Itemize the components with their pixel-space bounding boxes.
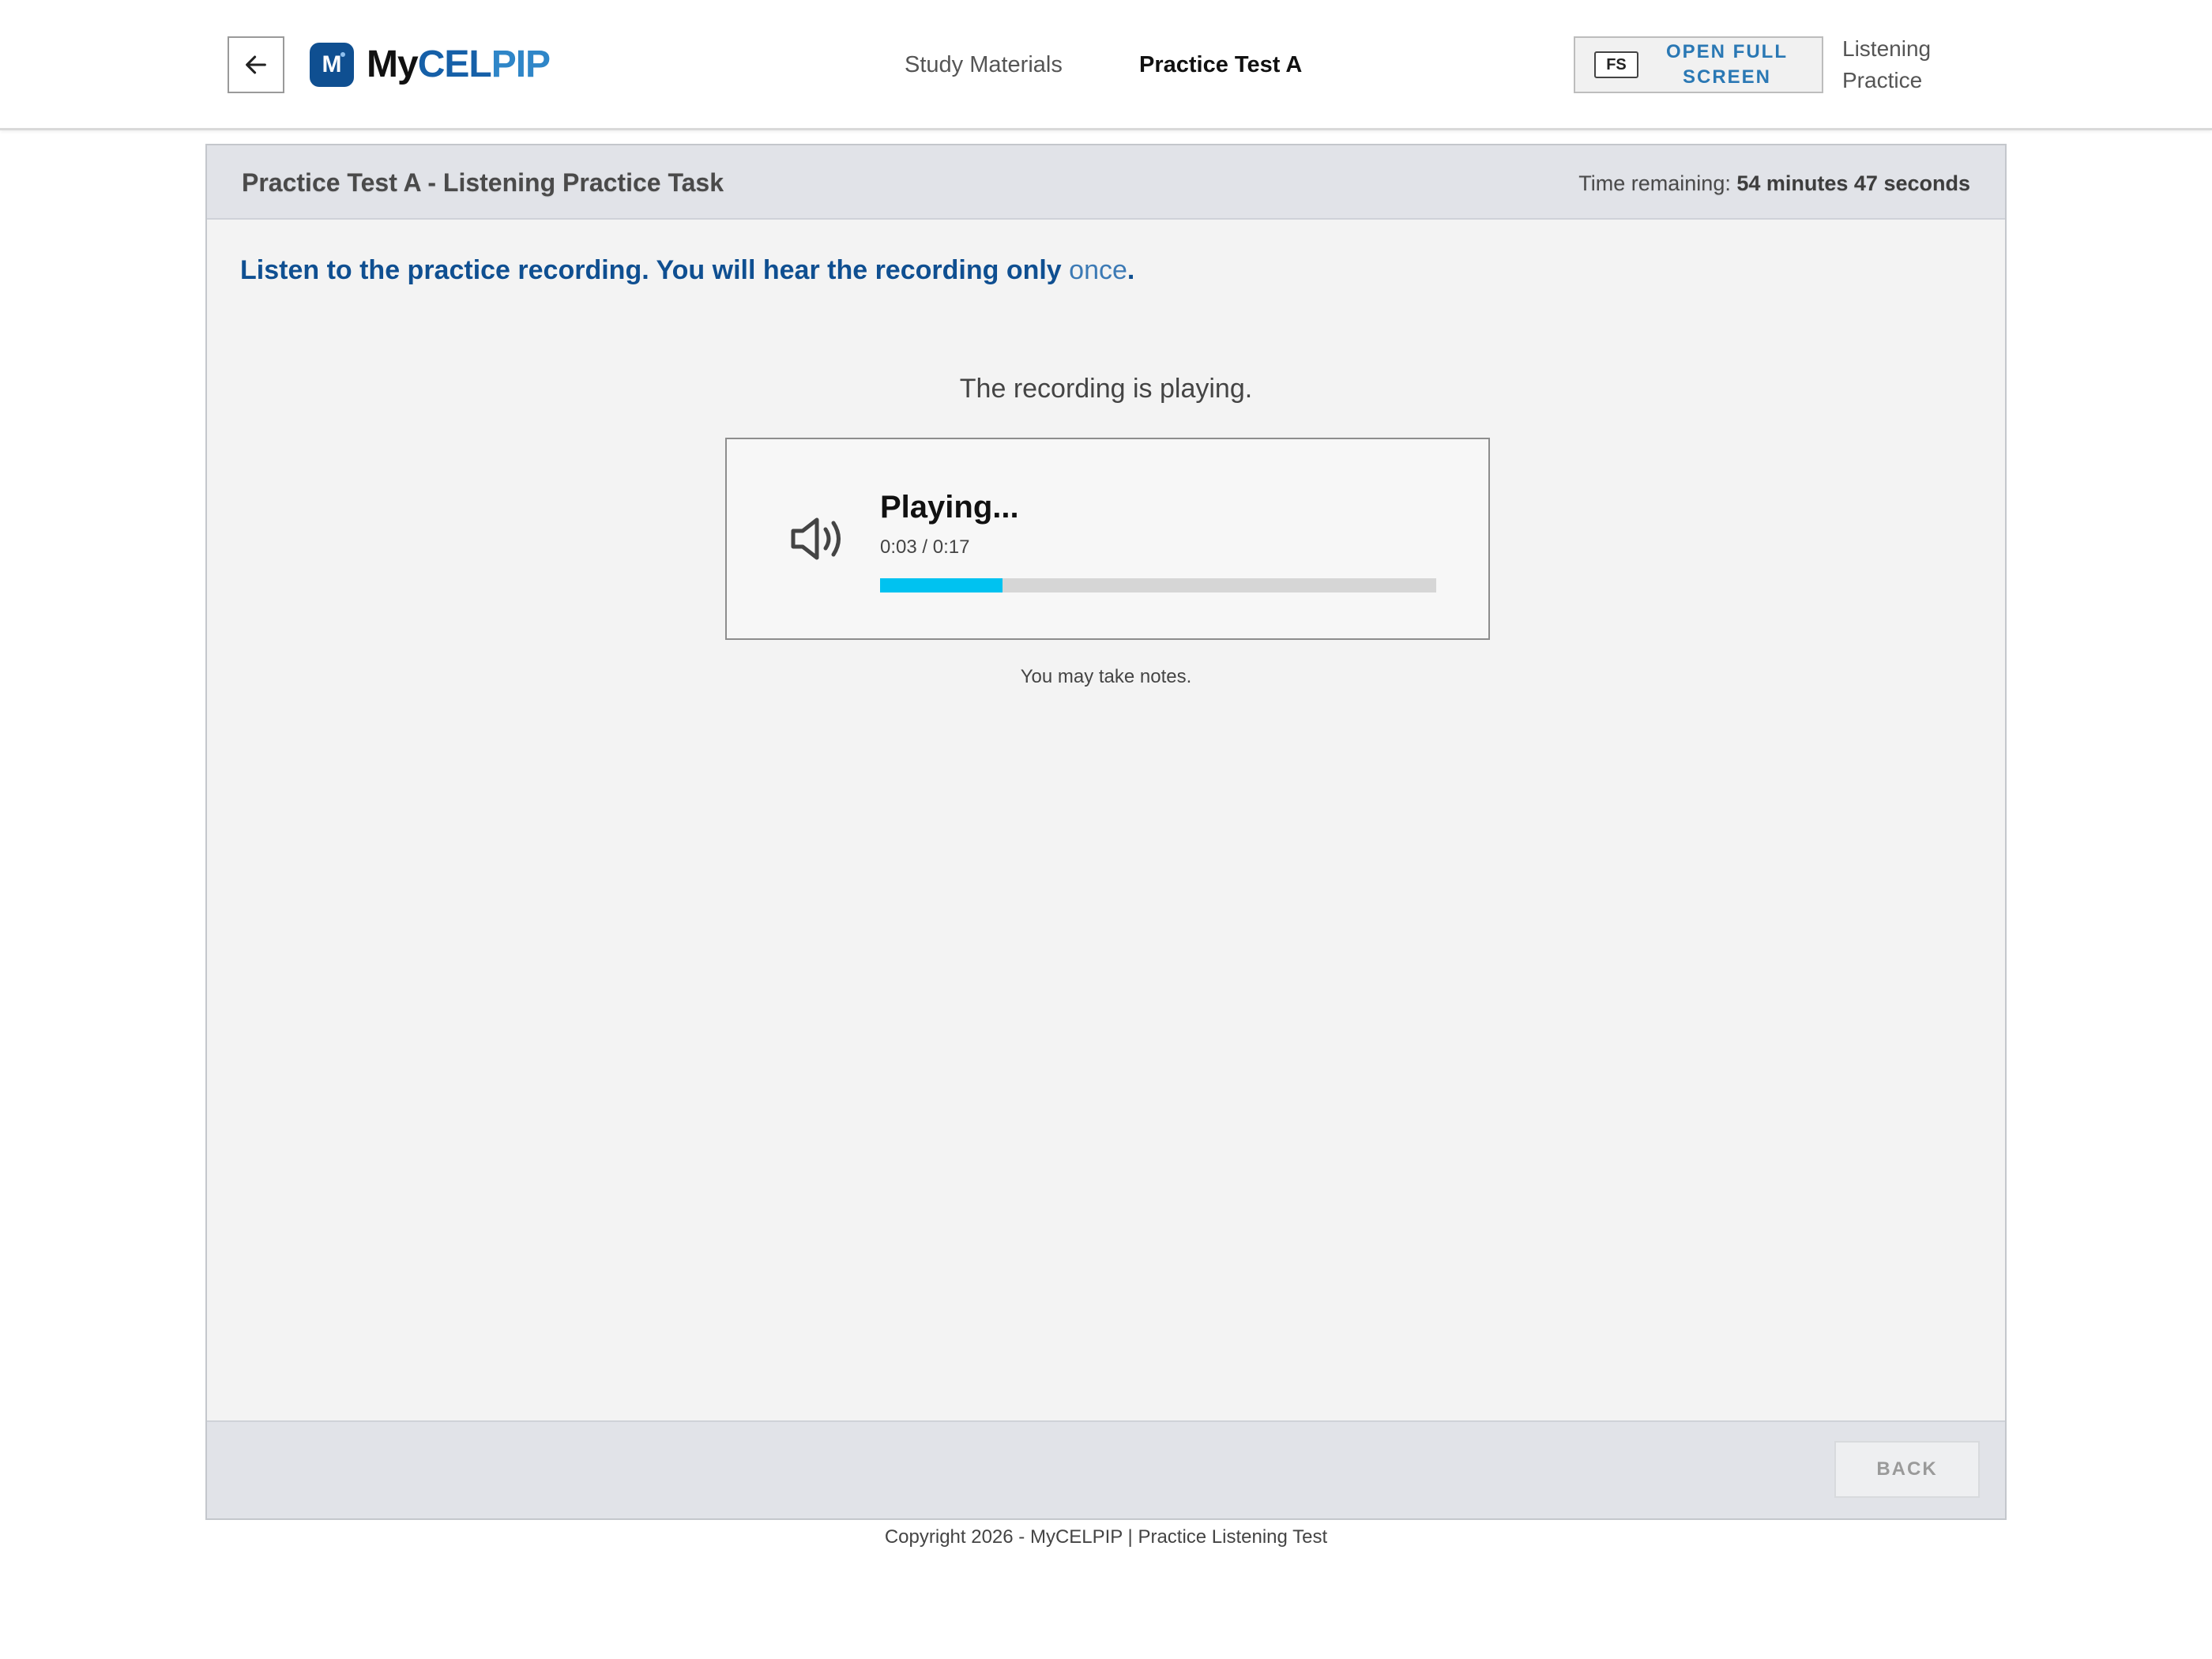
notes-hint: You may take notes.	[1020, 666, 1192, 687]
copyright: Copyright 2026 - MyCELPIP | Practice Lis…	[884, 1526, 1328, 1548]
player-time: 0:03 / 0:17	[880, 536, 970, 558]
top-bar: M MyCELPIP Study Materials Practice Test…	[0, 0, 2212, 130]
timer-prefix: Time remaining:	[1578, 171, 1731, 195]
instruction-text: Listen to the practice recording. You wi…	[240, 255, 1135, 285]
audio-player: Playing... 0:03 / 0:17	[725, 438, 1490, 640]
progress-bar	[880, 578, 1436, 592]
open-full-screen-button[interactable]: FS OPEN FULL SCREEN	[1574, 36, 1823, 93]
instruction-highlight: once	[1069, 255, 1127, 285]
logo-badge: M	[310, 43, 354, 87]
task-title: Practice Test A - Listening Practice Tas…	[242, 168, 724, 197]
time-remaining: Time remaining: 54 minutes 47 seconds	[1578, 169, 1970, 198]
nav-practice-test[interactable]: Practice Test A	[1139, 49, 1302, 81]
mycelpip-logo[interactable]: M MyCELPIP	[310, 41, 551, 88]
nav-study-materials[interactable]: Study Materials	[905, 49, 1063, 81]
progress-fill	[880, 578, 1003, 592]
fs-key-icon: FS	[1594, 51, 1638, 78]
timer-value: 54 minutes 47 seconds	[1736, 171, 1970, 195]
back-button[interactable]: BACK	[1834, 1441, 1980, 1498]
player-title: Playing...	[880, 490, 1019, 525]
back-arrow-button[interactable]	[228, 36, 284, 93]
open-full-screen-label: OPEN FULL SCREEN	[1666, 41, 1788, 88]
task-panel: Practice Test A - Listening Practice Tas…	[205, 144, 2007, 1520]
panel-header: Practice Test A - Listening Practice Tas…	[207, 145, 2005, 220]
recording-status: The recording is playing.	[959, 374, 1253, 404]
section-name: Listening Practice	[1842, 36, 1932, 92]
arrow-left-icon	[246, 55, 266, 74]
logo-wordmark: MyCELPIP	[367, 43, 551, 85]
speaker-icon	[791, 517, 841, 560]
panel-footer: BACK	[207, 1420, 2005, 1518]
